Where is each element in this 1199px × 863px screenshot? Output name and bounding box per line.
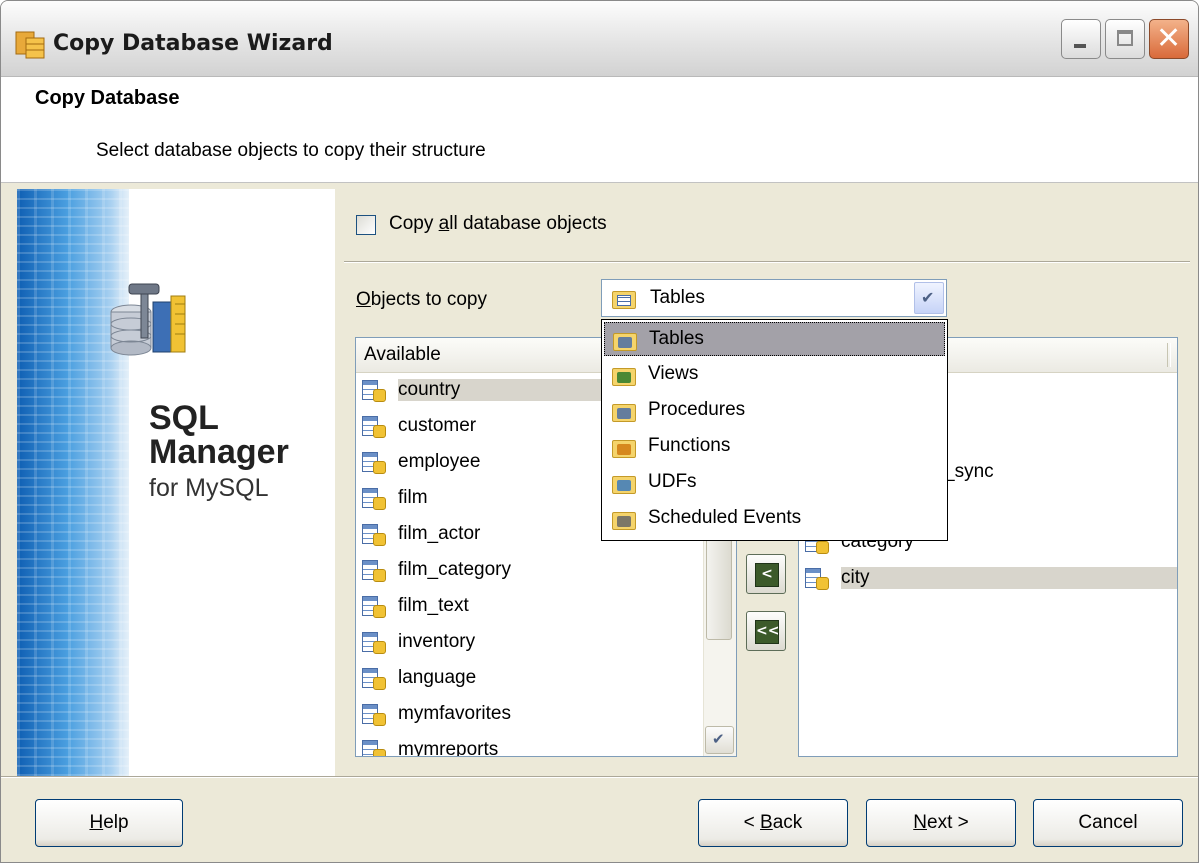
udfs-folder-icon xyxy=(612,474,636,494)
procedures-folder-icon xyxy=(612,402,636,422)
combobox-dropdown-button[interactable]: ✔ xyxy=(914,282,944,314)
chevron-down-icon: ✔ xyxy=(712,730,725,748)
table-icon xyxy=(362,452,386,474)
list-item[interactable]: city xyxy=(799,562,1177,597)
arrow-left-icon: < xyxy=(755,563,779,587)
product-subtitle: for MySQL xyxy=(149,474,269,502)
table-icon xyxy=(362,596,386,618)
remove-selected-button[interactable]: < xyxy=(746,554,786,594)
scroll-down-button[interactable]: ✔ xyxy=(705,726,734,754)
app-icon xyxy=(15,31,45,59)
list-item[interactable]: mymfavorites xyxy=(356,698,704,733)
cancel-button[interactable]: Cancel xyxy=(1033,799,1183,847)
minimize-icon xyxy=(1074,44,1086,48)
title-bar[interactable]: Copy Database Wizard ✕ xyxy=(1,1,1198,77)
table-icon xyxy=(362,668,386,690)
table-icon xyxy=(805,568,829,590)
wizard-window: Copy Database Wizard ✕ Copy Database Sel… xyxy=(0,0,1199,863)
combobox-value: Tables xyxy=(650,287,705,308)
dropdown-item-procedures[interactable]: Procedures xyxy=(604,394,945,428)
minimize-button[interactable] xyxy=(1061,19,1101,59)
maximize-button[interactable] xyxy=(1105,19,1145,59)
views-folder-icon xyxy=(612,366,636,386)
dropdown-item-scheduled-events[interactable]: Scheduled Events xyxy=(604,502,945,536)
chevron-down-icon: ✔ xyxy=(921,288,935,307)
help-button[interactable]: Help xyxy=(35,799,183,847)
wizard-header: Copy Database Select database objects to… xyxy=(1,77,1198,183)
table-icon xyxy=(362,632,386,654)
objects-to-copy-label: Objects to copy xyxy=(356,289,487,310)
next-button[interactable]: Next > xyxy=(866,799,1016,847)
table-icon xyxy=(362,380,386,402)
objects-type-dropdown-list[interactable]: Tables Views Procedures Functions UDFs Schedu… xyxy=(601,319,948,541)
product-name-line1: SQL xyxy=(149,399,219,437)
list-item[interactable]: inventory xyxy=(356,626,704,661)
table-icon xyxy=(362,740,386,756)
events-folder-icon xyxy=(612,510,636,530)
page-subtitle: Select database objects to copy their st… xyxy=(96,140,486,161)
dropdown-item-functions[interactable]: Functions xyxy=(604,430,945,464)
product-name-line2: Manager xyxy=(149,433,289,471)
list-item[interactable]: film_text xyxy=(356,590,704,625)
table-icon xyxy=(362,524,386,546)
product-name: SQL Manager xyxy=(149,401,289,469)
double-arrow-left-icon: << xyxy=(755,620,779,644)
section-divider xyxy=(344,261,1190,263)
list-item[interactable]: language xyxy=(356,662,704,697)
list-item[interactable]: film_category xyxy=(356,554,704,589)
footer-divider xyxy=(1,776,1198,778)
database-tools-icon xyxy=(110,283,186,356)
dropdown-item-views[interactable]: Views xyxy=(604,358,945,392)
product-banner: SQL Manager for MySQL xyxy=(17,189,335,776)
functions-folder-icon xyxy=(612,438,636,458)
window-title: Copy Database Wizard xyxy=(53,31,333,56)
remove-all-button[interactable]: << xyxy=(746,611,786,651)
page-title: Copy Database xyxy=(35,87,180,109)
objects-type-combobox[interactable]: Tables ✔ xyxy=(601,279,947,317)
available-header-label: Available xyxy=(364,344,441,365)
close-button[interactable]: ✕ xyxy=(1149,19,1189,59)
tables-folder-icon xyxy=(613,331,637,351)
table-icon xyxy=(362,704,386,726)
table-icon xyxy=(362,416,386,438)
maximize-icon xyxy=(1117,30,1133,46)
back-button[interactable]: < Back xyxy=(698,799,848,847)
table-icon xyxy=(362,488,386,510)
dropdown-item-tables[interactable]: Tables xyxy=(604,322,945,356)
dropdown-item-udfs[interactable]: UDFs xyxy=(604,466,945,500)
close-icon: ✕ xyxy=(1156,21,1182,56)
list-item[interactable]: mymreports xyxy=(356,734,704,756)
copy-all-checkbox[interactable] xyxy=(356,215,376,235)
copy-all-label[interactable]: Copy all database objects xyxy=(389,213,607,235)
table-icon xyxy=(362,560,386,582)
tables-folder-icon xyxy=(612,289,636,309)
